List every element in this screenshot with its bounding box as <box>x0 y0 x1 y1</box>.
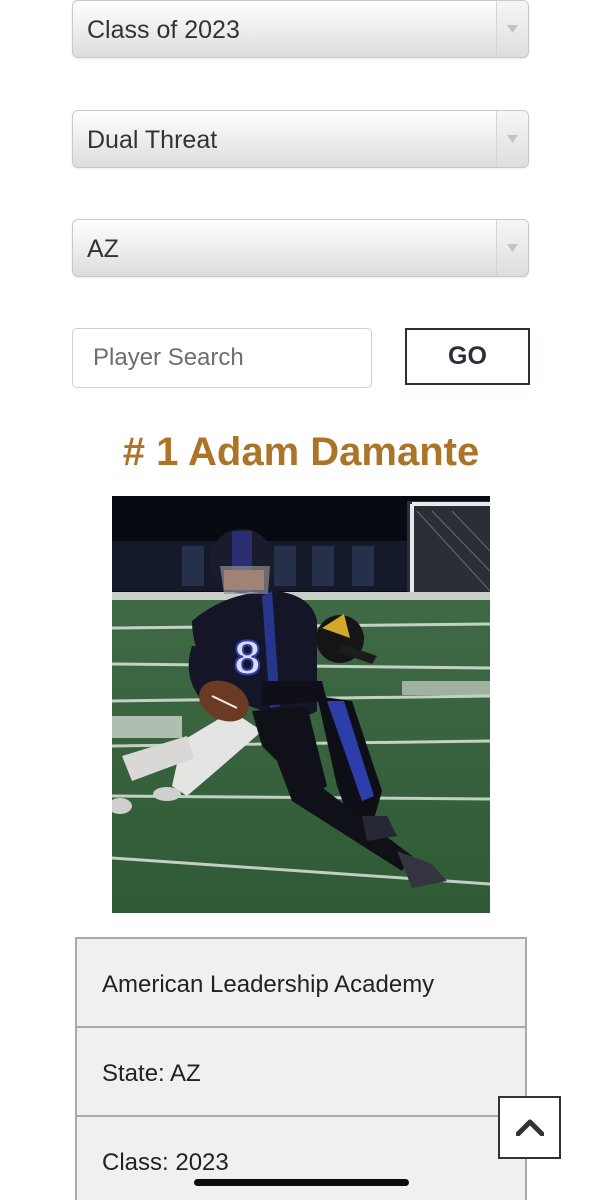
class-select-value: Class of 2023 <box>87 16 240 44</box>
class-select-arrow[interactable] <box>496 1 528 57</box>
state-select-value: AZ <box>87 235 119 263</box>
player-title: # 1 Adam Damante <box>122 430 480 474</box>
chevron-up-icon <box>516 1119 544 1136</box>
go-button[interactable]: GO <box>405 328 530 385</box>
player-search-input[interactable] <box>72 328 372 388</box>
chevron-down-icon <box>507 244 518 252</box>
chevron-down-icon <box>507 135 518 143</box>
player-ranking-page: Class of 2023 Dual Threat AZ GO # 1 Adam… <box>0 0 602 1200</box>
player-state: State: AZ <box>77 1028 525 1117</box>
home-indicator <box>194 1179 409 1186</box>
chevron-down-icon <box>507 25 518 33</box>
position-select-arrow[interactable] <box>496 111 528 167</box>
player-school: American Leadership Academy <box>77 939 525 1028</box>
state-select-arrow[interactable] <box>496 220 528 276</box>
position-select-value: Dual Threat <box>87 126 218 154</box>
class-select[interactable]: Class of 2023 <box>72 0 529 58</box>
svg-text:8: 8 <box>234 632 261 685</box>
state-select[interactable]: AZ <box>72 219 529 277</box>
player-class: Class: 2023 <box>77 1117 525 1200</box>
player-photo: 8 <box>112 496 490 913</box>
position-select[interactable]: Dual Threat <box>72 110 529 168</box>
player-info-table: American Leadership Academy State: AZ Cl… <box>75 937 527 1200</box>
scroll-to-top-button[interactable] <box>498 1096 561 1159</box>
